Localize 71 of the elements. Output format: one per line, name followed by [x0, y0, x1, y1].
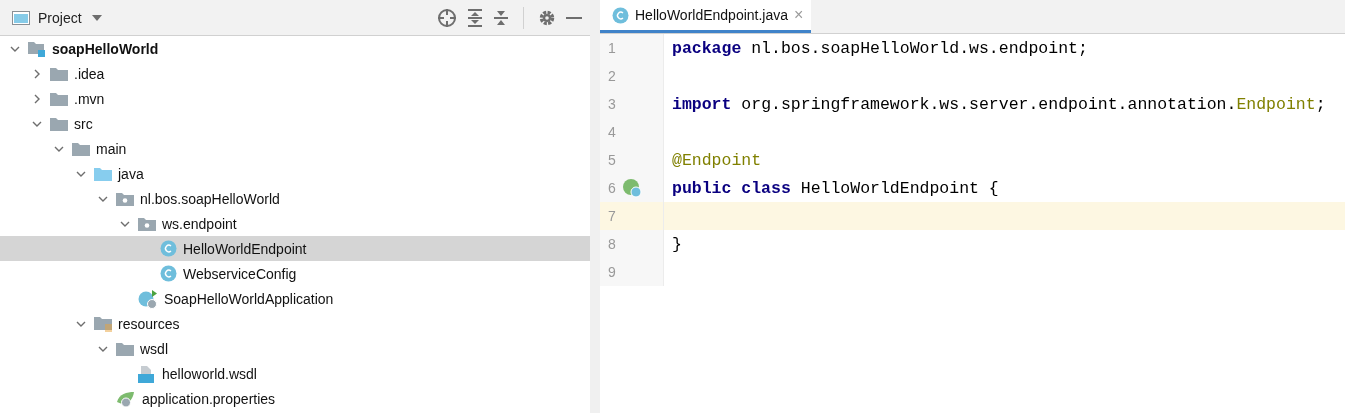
tree-label: resources	[118, 315, 180, 332]
app-class-icon	[138, 288, 158, 309]
panel-title[interactable]: Project	[38, 9, 82, 26]
tree-label: src	[74, 115, 93, 132]
resources-folder-icon	[94, 315, 112, 332]
tree-item[interactable]: main	[0, 136, 590, 161]
editor-tab[interactable]: HelloWorldEndpoint.java ×	[600, 0, 812, 33]
folder-icon	[50, 91, 68, 106]
line-number: 1	[608, 40, 616, 56]
tree-label: .idea	[74, 65, 105, 82]
tree-item[interactable]: SoapHelloWorldApplication	[0, 286, 590, 311]
chevron-right-icon[interactable]	[32, 93, 42, 104]
tree-item[interactable]: ws.endpoint	[0, 211, 590, 236]
line-number: 8	[608, 236, 616, 252]
tree-label: java	[118, 165, 144, 182]
tree-label: SoapHelloWorldApplication	[164, 290, 334, 307]
line-number: 5	[608, 152, 616, 168]
tree-item[interactable]: application.properties	[0, 386, 590, 411]
tree-label: ws.endpoint	[162, 215, 237, 232]
chevron-right-icon[interactable]	[32, 68, 42, 79]
code-line: package nl.bos.soapHelloWorld.ws.endpoint;	[672, 38, 1088, 58]
class-icon	[160, 265, 177, 282]
tree-label: application.properties	[142, 390, 276, 407]
tree-label: .mvn	[74, 90, 105, 107]
folder-icon	[50, 116, 68, 131]
code-line: }	[672, 234, 682, 254]
class-icon	[612, 6, 629, 24]
tree-item[interactable]: java	[0, 161, 590, 186]
tree-label: nl.bos.soapHelloWorld	[140, 190, 280, 207]
tree-item[interactable]: helloworld.wsdl	[0, 361, 590, 386]
tree-label: HelloWorldEndpoint	[183, 240, 307, 257]
dropdown-caret-icon[interactable]	[91, 14, 102, 21]
line-number: 9	[608, 264, 616, 280]
wsdl-file-icon	[138, 364, 156, 383]
tree-item[interactable]: soapHelloWorld	[0, 36, 590, 61]
folder-icon	[50, 66, 68, 81]
crosshair-icon[interactable]	[437, 7, 457, 28]
tree-label: main	[96, 140, 127, 157]
tree-item[interactable]: resources	[0, 311, 590, 336]
settings-icon[interactable]	[538, 8, 556, 27]
tab-label: HelloWorldEndpoint.java	[635, 7, 789, 23]
line-number: 4	[608, 124, 616, 140]
line-number: 6	[608, 180, 616, 196]
collapse-all-icon[interactable]	[493, 8, 509, 27]
code-line: import org.springframework.ws.server.endpoint.annotation.Endpoint;	[672, 94, 1326, 114]
spring-properties-icon	[116, 389, 136, 408]
tree-item[interactable]: WebserviceConfig	[0, 261, 590, 286]
expand-all-icon[interactable]	[467, 8, 483, 27]
tree-label: soapHelloWorld	[52, 40, 159, 57]
folder-icon	[116, 341, 134, 356]
tree-item[interactable]: HelloWorldEndpoint	[0, 236, 590, 261]
line-number: 2	[608, 68, 616, 84]
tree-label: helloworld.wsdl	[162, 365, 257, 382]
folder-icon	[94, 166, 112, 181]
code-line: @Endpoint	[672, 150, 762, 170]
code-line: public class HelloWorldEndpoint {	[672, 178, 999, 198]
tree-item[interactable]: .mvn	[0, 86, 590, 111]
window-icon	[12, 10, 30, 25]
tree-item[interactable]: nl.bos.soapHelloWorld	[0, 186, 590, 211]
tree-label: wsdl	[140, 340, 168, 357]
tree-label: WebserviceConfig	[183, 265, 297, 282]
package-folder-icon	[116, 191, 134, 206]
package-folder-icon	[138, 216, 156, 231]
tree-item[interactable]: src	[0, 111, 590, 136]
folder-icon	[72, 141, 90, 156]
line-number: 3	[608, 96, 616, 112]
class-icon	[160, 240, 177, 257]
tree-item[interactable]: wsdl	[0, 336, 590, 361]
module-folder-icon	[28, 40, 46, 57]
line-number: 7	[608, 208, 616, 224]
tree-item[interactable]: .idea	[0, 61, 590, 86]
